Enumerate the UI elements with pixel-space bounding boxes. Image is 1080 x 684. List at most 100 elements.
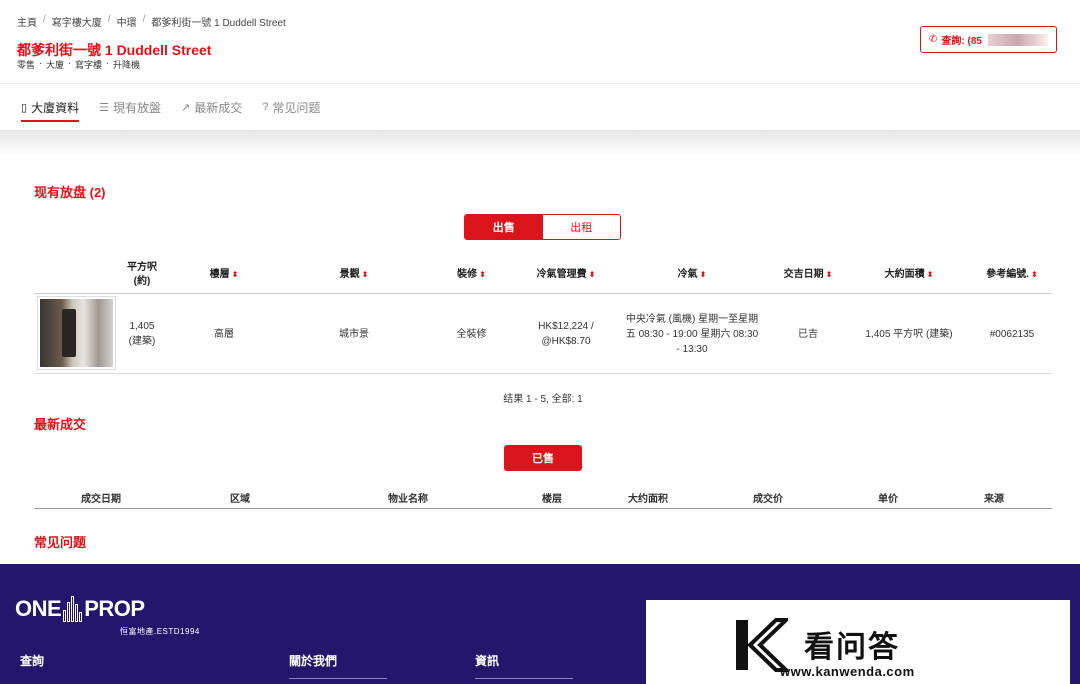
cell-floor: 高層 <box>214 328 234 340</box>
table-row[interactable]: 1,405 (建築) 高層 城市景 全裝修 HK$12,224 / @HK$8.… <box>34 294 1052 374</box>
column-header-district: 区域 <box>230 494 250 505</box>
column-label: 樓層 <box>209 269 230 280</box>
enquire-label: 查詢: (85 <box>941 36 982 47</box>
listings-table: 平方呎 (約) 樓層 ⬍ 景觀 ⬍ 裝修 ⬍ 冷氣管理費 ⬍ 冷氣 ⬍ 交吉日期 ⬍ 大約面… <box>34 256 1052 374</box>
column-label: 平方呎 (約) <box>127 262 157 287</box>
sort-icon: ⬍ <box>361 270 369 279</box>
divider-shadow <box>0 130 1080 156</box>
column-label: 冷氣管理費 <box>536 269 587 280</box>
tab-label: 現有放盤 <box>112 100 161 115</box>
tag-separator: · <box>39 58 43 68</box>
table-header: 平方呎 (約) 樓層 ⬍ 景觀 ⬍ 裝修 ⬍ 冷氣管理費 ⬍ 冷氣 ⬍ 交吉日期 ⬍ 大約面… <box>34 256 1052 294</box>
footer-link-enquiry[interactable]: 查詢 <box>20 652 44 669</box>
breadcrumb-office-buildings[interactable]: 寫字樓大廈 <box>52 14 102 29</box>
column-label: 裝修 <box>457 269 478 280</box>
oneprop-logo[interactable]: ONE PROP <box>15 596 145 622</box>
building-icon: ▯ <box>21 101 28 114</box>
logo-text: PROP <box>84 596 145 621</box>
sort-icon: ⬍ <box>825 270 833 279</box>
cell-area: 1,405 (建築) <box>128 321 156 347</box>
column-label: 冷氣 <box>677 269 698 280</box>
sort-icon: ⬍ <box>926 270 934 279</box>
rent-toggle-button[interactable]: 出租 <box>542 215 620 239</box>
sale-rent-toggle: 出售 出租 <box>464 214 621 240</box>
column-header-decoration[interactable]: 裝修 ⬍ <box>429 256 514 294</box>
tag: 升降機 <box>113 60 141 70</box>
sort-icon: ⬍ <box>1031 270 1038 279</box>
enquire-button[interactable]: ✆ 查詢: (85 <box>920 26 1057 53</box>
tab-transactions[interactable]: ↗ 最新成交 <box>181 84 242 130</box>
sort-icon: ⬍ <box>588 270 596 279</box>
breadcrumb-separator: / <box>43 14 46 25</box>
trend-chart-icon: ↗ <box>180 101 191 114</box>
column-header-area[interactable]: 平方呎 (約) <box>112 256 172 294</box>
breadcrumb-separator: / <box>107 14 111 25</box>
column-header-floor: 楼层 <box>542 494 562 505</box>
column-header-unit-price: 单价 <box>878 494 898 505</box>
tag: 零售 <box>17 60 36 70</box>
column-header-date: 成交日期 <box>81 494 121 505</box>
building-header: 主頁 / 寫字樓大廈 / 中環 / 都爹利街一號 1 Duddell Stree… <box>0 0 1080 84</box>
column-label: 參考編號. <box>986 269 1030 280</box>
tag-separator: · <box>106 58 110 68</box>
column-label: 景觀 <box>339 269 360 280</box>
breadcrumb: 主頁 / 寫字樓大廈 / 中環 / 都爹利街一號 1 Duddell Stree… <box>17 14 286 29</box>
column-header-property: 物业名称 <box>388 494 428 505</box>
building-bars-icon <box>63 596 83 622</box>
tab-label: 最新成交 <box>194 100 243 115</box>
column-header-approx-area[interactable]: 大約面積 ⬍ <box>849 256 969 294</box>
sort-icon: ⬍ <box>479 270 486 279</box>
transactions-title: 最新成交 <box>34 417 87 432</box>
column-header-ref[interactable]: 參考編號. ⬍ <box>976 256 1048 294</box>
question-icon: ? <box>262 101 269 113</box>
transactions-table-header: 成交日期 区域 物业名称 楼层 大约面积 成交价 单价 来源 <box>34 486 1052 509</box>
redacted-phone <box>987 33 1048 46</box>
cell-ac: 中央冷氣 (風機) 星期一至星期 五 08:30 - 19:00 星期六 08:… <box>625 313 759 355</box>
building-tags: 零售 · 大廈 · 寫字樓 · 升降機 <box>17 58 140 71</box>
listings-title: 现有放盘 (2) <box>34 185 106 200</box>
cell-vacant: 已吉 <box>798 328 818 340</box>
column-header-ac[interactable]: 冷氣 ⬍ <box>616 256 768 294</box>
column-header-source: 来源 <box>984 494 1004 505</box>
tag: 大廈 <box>46 60 65 70</box>
section-tabs: ▯ 大廈資料 ☰ 現有放盤 ↗ 最新成交 ? 常见问题 <box>0 84 1080 130</box>
tab-building-info[interactable]: ▯ 大廈資料 <box>21 84 80 130</box>
tab-label: 大廈資料 <box>31 100 80 115</box>
breadcrumb-district[interactable]: 中環 <box>117 14 137 29</box>
column-header-floor[interactable]: 樓層 ⬍ <box>179 256 269 294</box>
watermark: 看问答 www.kanwenda.com <box>646 600 1070 684</box>
list-icon: ☰ <box>99 101 109 114</box>
cell-decoration: 全裝修 <box>456 328 487 340</box>
tab-label: 常见问题 <box>272 100 321 115</box>
column-header-view[interactable]: 景觀 ⬍ <box>304 256 404 294</box>
tab-faq[interactable]: ? 常见问题 <box>262 84 320 130</box>
listing-photo[interactable] <box>37 296 116 370</box>
breadcrumb-home[interactable]: 主頁 <box>17 14 37 29</box>
logo-subtitle: 恒富地產.ESTD1994 <box>120 627 200 636</box>
sale-toggle-button[interactable]: 出售 <box>465 215 543 239</box>
page-title: 都爹利街一號 1 Duddell Street <box>17 42 212 58</box>
column-header-area: 大约面积 <box>628 494 668 505</box>
column-header-vacant[interactable]: 交吉日期 ⬍ <box>774 256 842 294</box>
faq-title: 常见问题 <box>34 535 87 550</box>
breadcrumb-separator: / <box>142 14 146 25</box>
office-interior-image <box>40 299 113 367</box>
results-count: 结果 1 - 5, 全部: 1 <box>503 394 583 405</box>
sold-toggle-button[interactable]: 已售 <box>504 445 582 471</box>
tag: 寫字樓 <box>75 60 103 70</box>
cell-approx-area: 1,405 平方呎 (建築) <box>865 328 953 340</box>
breadcrumb-current: 都爹利街一號 1 Duddell Street <box>151 18 286 29</box>
sort-icon: ⬍ <box>231 270 239 279</box>
logo-text: ONE <box>15 596 62 621</box>
cell-fee: HK$12,224 / @HK$8.70 <box>538 321 594 347</box>
column-header-fee[interactable]: 冷氣管理費 ⬍ <box>521 256 611 294</box>
tab-listings[interactable]: ☰ 現有放盤 <box>99 84 161 130</box>
watermark-text: 看问答 <box>804 631 900 664</box>
tag-separator: · <box>68 58 72 68</box>
footer-divider <box>289 678 387 679</box>
footer-link-news[interactable]: 資訊 <box>475 652 499 669</box>
watermark-url: www.kanwenda.com <box>780 664 915 679</box>
column-header-price: 成交价 <box>753 494 783 505</box>
footer-link-about[interactable]: 關於我們 <box>289 652 337 669</box>
cell-view: 城市景 <box>339 328 369 340</box>
